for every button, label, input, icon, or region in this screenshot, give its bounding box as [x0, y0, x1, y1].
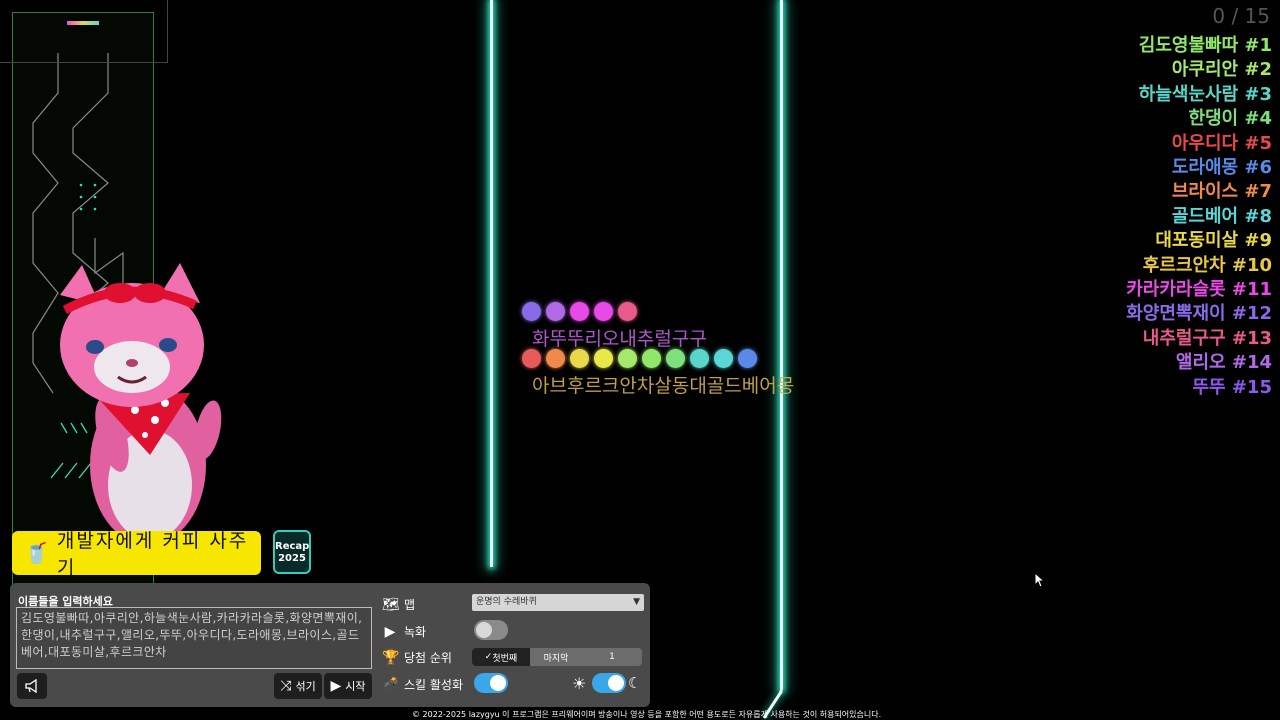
rank-item: 골드베어 #8	[1171, 205, 1272, 227]
play-icon: ▶	[330, 678, 342, 694]
ranking-list: 김도영불빠따 #1 아쿠리안 #2 하늘색눈사람 #3 한댕이 #4 아우디다 #5 도라…	[1126, 34, 1272, 400]
marble	[714, 349, 733, 368]
shuffle-icon: ⤨	[280, 678, 292, 694]
chevron-down-icon: ▼	[633, 597, 640, 607]
marble	[570, 302, 589, 321]
video-camera-icon: ▶	[384, 623, 396, 640]
rank-first-option[interactable]: ✓ 첫번째	[472, 648, 530, 666]
marble	[570, 349, 589, 368]
rank-item: 브라이스 #7	[1171, 181, 1272, 203]
trophy-icon: 🏆	[382, 649, 400, 666]
rank-item: 내추럴구구 #13	[1142, 327, 1272, 349]
map-option: 🗺 맵	[382, 596, 415, 613]
marble	[546, 349, 565, 368]
rank-item: 앨리오 #14	[1175, 352, 1272, 374]
start-label: 시작	[345, 680, 366, 693]
record-toggle-knob	[476, 622, 492, 638]
rank-item: 화양면뽁재이 #12	[1126, 303, 1272, 325]
marble	[522, 302, 541, 321]
megaphone-icon	[25, 678, 37, 694]
coffee-cup-icon: 🥤	[24, 541, 51, 565]
rank-item: 카라카라슬롯 #11	[1126, 279, 1272, 301]
rank-item: 아우디다 #5	[1171, 132, 1272, 154]
theme-toggle-knob	[608, 675, 624, 691]
buy-coffee-label: 개발자에게 커피 사주기	[56, 530, 249, 579]
rank-label: 당첨 순위	[404, 651, 452, 665]
marble-label-bottom: 아브후르크안차살동대골드베어몽	[532, 375, 795, 397]
mouse-cursor-icon	[1034, 572, 1044, 588]
bomb-icon: 💣	[382, 676, 400, 693]
record-label: 녹화	[404, 625, 427, 639]
skill-option: 💣 스킬 활성화	[382, 676, 463, 693]
skill-toggle-knob	[490, 675, 506, 691]
cat-mascot-image	[60, 263, 222, 545]
marble	[618, 302, 637, 321]
rank-last-label: 마지막	[543, 653, 569, 664]
marble	[594, 349, 613, 368]
rank-item: 대포동미살 #9	[1155, 230, 1272, 252]
moon-icon: ☾	[628, 674, 642, 692]
start-button[interactable]: ▶ 시작	[324, 673, 372, 699]
recap-2025-button[interactable]: Recap 2025	[273, 530, 311, 574]
sun-icon: ☀	[572, 674, 587, 693]
map-label: 맵	[404, 598, 416, 612]
rank-item: 하늘색눈사람 #3	[1138, 83, 1272, 105]
rank-number-input[interactable]: 1	[582, 648, 642, 666]
rank-item: 한댕이 #4	[1188, 108, 1272, 130]
rank-item: 뚜뚜 #15	[1192, 376, 1272, 398]
recap-label: Recap	[275, 541, 310, 552]
rank-number-value: 1	[609, 652, 615, 662]
rank-last-option[interactable]: 마지막	[530, 648, 582, 666]
marble	[642, 349, 661, 368]
names-input[interactable]: 김도영불빠따,아쿠리안,하늘색눈사람,카라카라슬롯,화양면뽁재이,한댕이,내추럴…	[16, 607, 372, 669]
record-toggle[interactable]	[474, 620, 508, 640]
control-panel: 이름들을 입력하세요 김도영불빠따,아쿠리안,하늘색눈사람,카라카라슬롯,화양면…	[10, 583, 650, 707]
marble	[666, 349, 685, 368]
marble	[546, 302, 565, 321]
marble	[594, 302, 613, 321]
rank-item: 아쿠리안 #2	[1171, 59, 1272, 81]
winner-counter: 0 / 15	[1212, 4, 1270, 28]
skill-label: 스킬 활성화	[404, 678, 464, 692]
rank-item: 김도영불빠따 #1	[1138, 35, 1272, 56]
map-icon: 🗺	[382, 596, 400, 613]
map-select-value: 운명의 수레바퀴	[476, 597, 537, 607]
buy-coffee-button[interactable]: 🥤 개발자에게 커피 사주기	[12, 530, 261, 579]
check-icon: ✓	[484, 652, 493, 662]
rank-option: 🏆 당첨 순위	[382, 649, 452, 666]
marble	[690, 349, 709, 368]
map-select[interactable]: 운명의 수레바퀴 ▼	[472, 594, 644, 611]
right-wall	[780, 0, 783, 690]
record-option: ▶ 녹화	[382, 623, 426, 640]
rank-first-label: 첫번째	[492, 653, 518, 664]
rank-item: 도라애몽 #6	[1171, 157, 1272, 179]
marble	[522, 349, 541, 368]
left-wall	[490, 0, 493, 567]
rank-item: 후르크안차 #10	[1142, 254, 1272, 276]
announce-button[interactable]	[17, 673, 47, 699]
shuffle-button[interactable]: ⤨ 섞기	[274, 673, 322, 699]
copyright-notice: © 2022-2025 lazygyu 이 프로그램은 프리웨어이며 방송이나 …	[412, 710, 882, 719]
shuffle-label: 섞기	[295, 680, 316, 693]
marble-label-top: 화뚜뚜리오내추럴구구	[532, 328, 707, 350]
minimap-viewport	[0, 0, 168, 63]
marble	[618, 349, 637, 368]
marble	[738, 349, 757, 368]
skill-toggle[interactable]	[474, 673, 508, 693]
recap-year: 2025	[278, 553, 306, 564]
rank-segment: ✓ 첫번째 마지막 1	[472, 648, 642, 666]
theme-toggle[interactable]	[592, 673, 626, 693]
